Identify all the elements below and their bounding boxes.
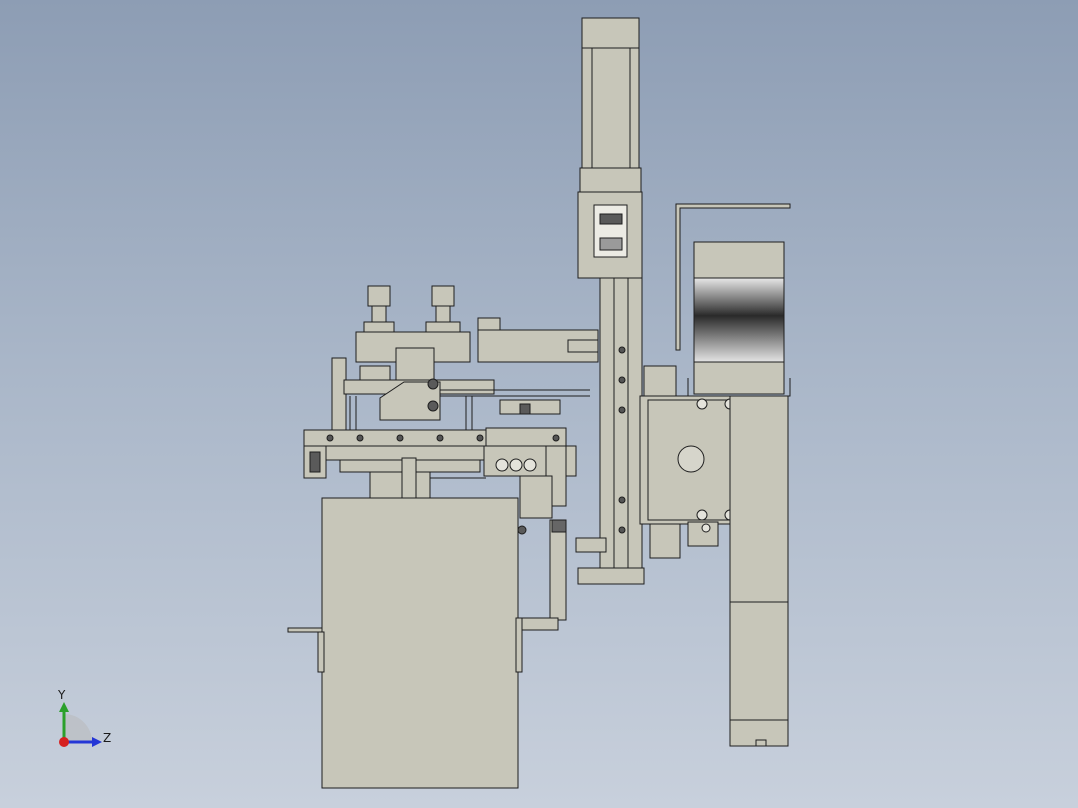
y-axis-label: Y [58,688,66,702]
servo-motor-column [575,17,645,585]
gear-motor [639,365,789,747]
cad-viewport[interactable]: Y Z [0,0,1078,808]
roller-drum [687,241,791,397]
machine-assembly-drawing[interactable] [0,0,1078,808]
z-axis-label: Z [103,731,112,745]
front-enclosure [287,497,523,789]
x-axis-dot [59,737,69,747]
